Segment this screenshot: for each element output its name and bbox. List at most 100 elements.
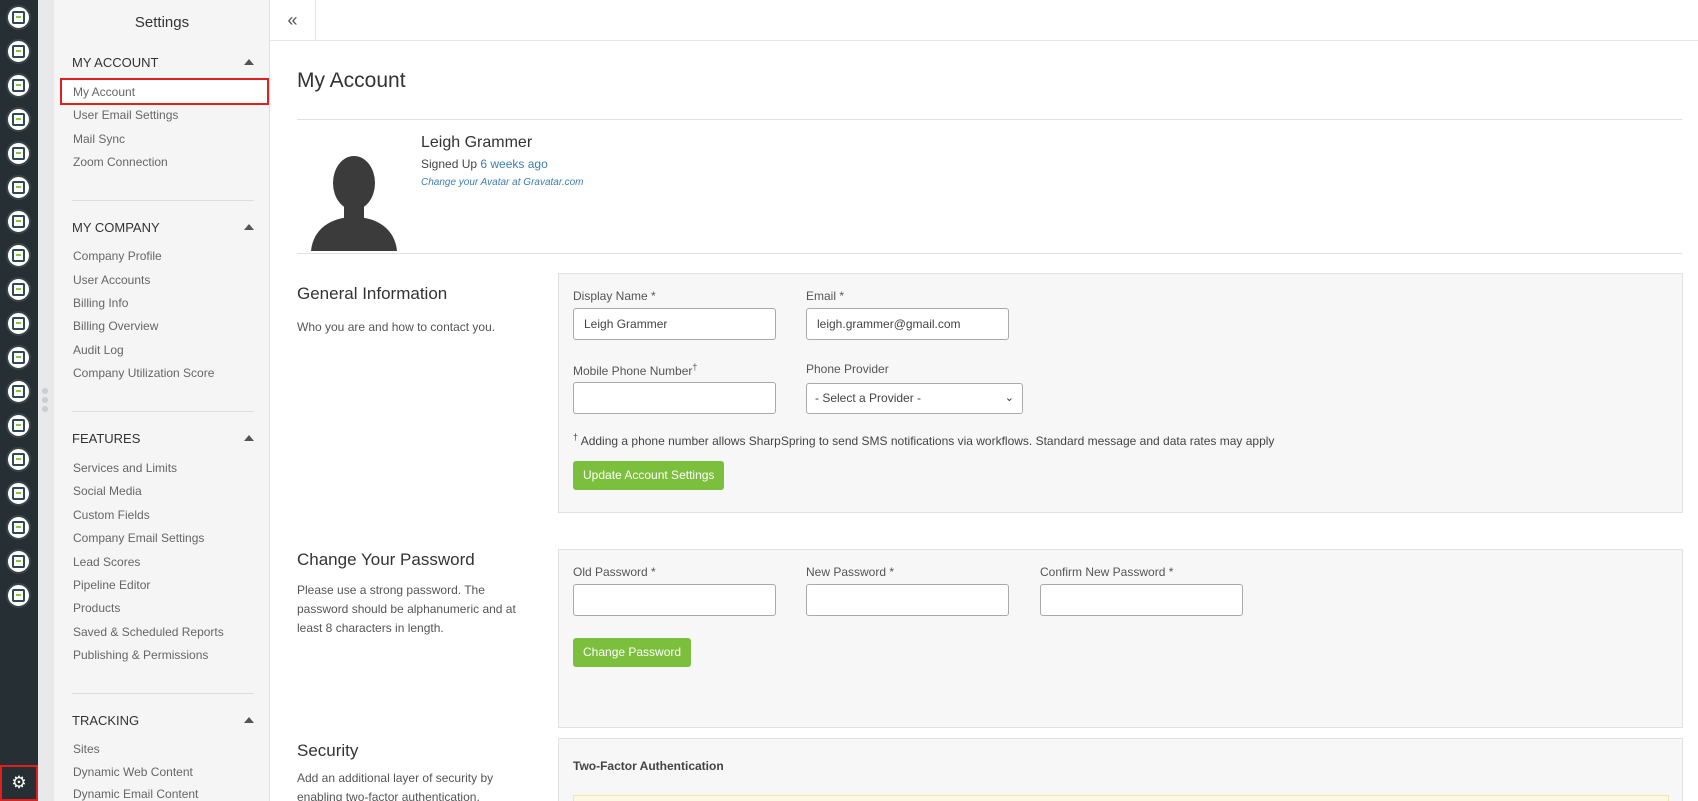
change-password-title: Change Your Password <box>297 550 475 569</box>
profile-signed-up: Signed Up 6 weeks ago <box>421 157 548 171</box>
collapse-triangle-icon[interactable] <box>244 224 254 230</box>
contacts-icon <box>12 11 25 24</box>
security-title: Security <box>297 741 359 760</box>
sidebar-item-billing-info[interactable]: Billing Info <box>73 296 128 310</box>
divider <box>297 119 1682 120</box>
change-password-desc: Please use a strong password. The passwo… <box>297 583 516 635</box>
rail-button-plug[interactable] <box>6 583 31 608</box>
email-input[interactable]: leigh.grammer@gmail.com <box>806 308 1009 340</box>
signed-up-time: 6 weeks ago <box>480 157 548 171</box>
settings-sidebar: Settings MY ACCOUNT My Account User Emai… <box>54 0 270 801</box>
email-label: Email * <box>806 289 845 303</box>
section-header-features[interactable]: FEATURES <box>72 431 254 446</box>
divider <box>297 253 1682 254</box>
sidebar-item-audit-log[interactable]: Audit Log <box>73 343 124 357</box>
change-password-button[interactable]: Change Password <box>573 638 692 667</box>
rail-button-email[interactable] <box>6 39 31 64</box>
security-desc: Add an additional layer of security by e… <box>297 771 494 801</box>
plug-icon <box>12 589 25 602</box>
app-icon-rail: ⚙ <box>0 0 38 801</box>
rail-button-map[interactable] <box>6 107 31 132</box>
section-header-my-account[interactable]: MY ACCOUNT <box>72 55 254 70</box>
display-name-label: Display Name * <box>573 289 656 303</box>
sidebar-item-company-profile[interactable]: Company Profile <box>73 249 162 263</box>
general-info-desc: Who you are and how to contact you. <box>297 320 496 334</box>
sidebar-item-dynamic-email-content[interactable]: Dynamic Email Content <box>73 787 198 801</box>
chevron-down-icon: ⌄ <box>1004 392 1014 404</box>
sidebar-item-social-media[interactable]: Social Media <box>73 484 142 498</box>
sidebar-item-lead-scores[interactable]: Lead Scores <box>73 555 140 569</box>
new-password-input[interactable] <box>806 584 1009 616</box>
update-account-settings-button[interactable]: Update Account Settings <box>573 461 725 490</box>
page-title: My Account <box>297 69 406 92</box>
sidebar-item-saved-scheduled-reports[interactable]: Saved & Scheduled Reports <box>73 625 224 639</box>
collapse-sidebar-button[interactable]: « <box>270 0 316 41</box>
main-content: My Account Leigh Grammer Signed Up 6 wee… <box>270 41 1698 801</box>
sidebar-item-my-account[interactable]: My Account <box>60 78 269 105</box>
top-bar: « <box>270 0 1698 41</box>
general-info-panel: Display Name * Leigh Grammer Email * lei… <box>558 273 1683 513</box>
old-password-label: Old Password * <box>573 565 656 579</box>
change-password-panel: Old Password * New Password * Confirm Ne… <box>558 549 1683 728</box>
mobile-phone-label: Mobile Phone Number† <box>573 362 698 378</box>
calendar-icon <box>12 385 25 398</box>
thumbs-up-icon <box>12 283 25 296</box>
mobile-phone-input[interactable] <box>573 382 776 414</box>
handshake-icon <box>12 419 25 432</box>
sidebar-item-billing-overview[interactable]: Billing Overview <box>73 319 158 333</box>
rail-button-tv[interactable] <box>6 311 31 336</box>
sidebar-item-publishing-permissions[interactable]: Publishing & Permissions <box>73 648 208 662</box>
email-icon <box>12 45 25 58</box>
rail-button-clipboard[interactable] <box>6 73 31 98</box>
gravatar-link[interactable]: Change your Avatar at Gravatar.com <box>421 177 584 188</box>
confirm-password-label: Confirm New Password * <box>1040 565 1174 579</box>
sidebar-item-custom-fields[interactable]: Custom Fields <box>73 508 150 522</box>
rail-button-bar-chart[interactable] <box>6 549 31 574</box>
rail-button-handshake[interactable] <box>6 413 31 438</box>
section-header-tracking[interactable]: TRACKING <box>72 713 254 728</box>
rail-button-megaphone[interactable] <box>6 209 31 234</box>
rail-button-chat[interactable] <box>6 243 31 268</box>
rail-button-calendar[interactable] <box>6 379 31 404</box>
two-factor-notice <box>573 795 1669 801</box>
sidebar-item-zoom-connection[interactable]: Zoom Connection <box>73 155 168 169</box>
trend-chart-icon <box>12 453 25 466</box>
section-divider <box>72 200 254 201</box>
sidebar-item-pipeline-editor[interactable]: Pipeline Editor <box>73 578 150 592</box>
rail-button-image[interactable] <box>6 345 31 370</box>
settings-gear-button[interactable]: ⚙ <box>0 765 38 801</box>
drag-handle[interactable] <box>42 388 50 415</box>
confirm-password-input[interactable] <box>1040 584 1243 616</box>
tv-icon <box>12 317 25 330</box>
collapse-triangle-icon[interactable] <box>244 717 254 723</box>
rail-button-list[interactable] <box>6 175 31 200</box>
collapse-triangle-icon[interactable] <box>244 59 254 65</box>
sidebar-item-company-email-settings[interactable]: Company Email Settings <box>73 531 204 545</box>
rail-button-add-user[interactable] <box>6 515 31 540</box>
display-name-input[interactable]: Leigh Grammer <box>573 308 776 340</box>
sidebar-item-sites[interactable]: Sites <box>73 742 100 756</box>
rail-button-trend-chart[interactable] <box>6 447 31 472</box>
section-divider <box>72 693 254 694</box>
collapse-triangle-icon[interactable] <box>244 435 254 441</box>
image-icon <box>12 351 25 364</box>
sidebar-item-dynamic-web-content[interactable]: Dynamic Web Content <box>73 765 193 779</box>
phone-provider-select[interactable]: - Select a Provider - ⌄ <box>806 383 1023 414</box>
sidebar-item-company-utilization-score[interactable]: Company Utilization Score <box>73 366 214 380</box>
rail-button-thumbs-up[interactable] <box>6 277 31 302</box>
branch-icon <box>12 147 25 160</box>
avatar-silhouette-icon <box>311 156 397 251</box>
rail-button-headset[interactable] <box>6 481 31 506</box>
gear-icon: ⚙ <box>11 773 27 792</box>
rail-button-branch[interactable] <box>6 141 31 166</box>
rail-button-contacts[interactable] <box>6 5 31 30</box>
sidebar-item-user-accounts[interactable]: User Accounts <box>73 273 150 287</box>
section-header-my-company[interactable]: MY COMPANY <box>72 220 254 235</box>
sidebar-item-user-email-settings[interactable]: User Email Settings <box>73 108 178 122</box>
sidebar-item-products[interactable]: Products <box>73 601 120 615</box>
sidebar-item-services-and-limits[interactable]: Services and Limits <box>73 461 177 475</box>
old-password-input[interactable] <box>573 584 776 616</box>
sidebar-item-mail-sync[interactable]: Mail Sync <box>73 132 125 146</box>
add-user-icon <box>12 521 25 534</box>
bar-chart-icon <box>12 555 25 568</box>
